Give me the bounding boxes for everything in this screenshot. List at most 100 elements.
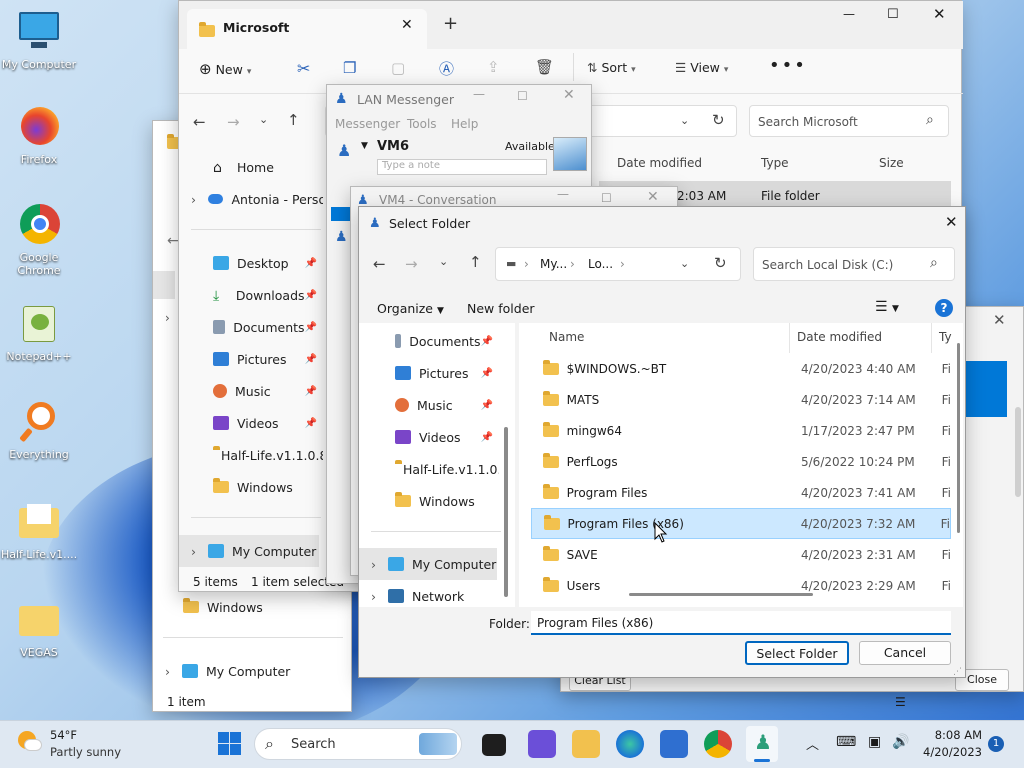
table-row[interactable]: SAVE 4/20/2023 2:31 AM Fi [531, 539, 951, 570]
nav-item-my-computer[interactable]: › My Computer [153, 655, 351, 687]
menu-tools[interactable]: Tools [407, 117, 437, 131]
file-explorer-icon[interactable] [572, 730, 600, 758]
address-bar[interactable]: ▬ › My... › Lo... › ⌄ ↻ [495, 247, 741, 281]
column-type[interactable]: Ty [939, 330, 952, 344]
nav-item-desktop[interactable]: Desktop 📌 [179, 247, 323, 279]
sort-button[interactable]: ⇅ Sort ▾ [587, 60, 636, 75]
back-arrow-icon[interactable]: ← [193, 113, 206, 131]
up-arrow-icon[interactable]: ↑ [469, 253, 482, 271]
chrome-icon[interactable] [704, 730, 732, 758]
close-icon[interactable]: ✕ [993, 311, 1006, 329]
maximize-icon[interactable]: ☐ [517, 89, 528, 103]
desktop-icon-firefox[interactable]: Firefox [0, 105, 78, 166]
paste-icon[interactable]: ▢ [391, 59, 405, 77]
edge-icon[interactable] [616, 730, 644, 758]
chevron-right-icon[interactable]: › [371, 589, 376, 604]
desktop-icon-notepadpp[interactable]: Notepad++ [0, 302, 78, 363]
menu-help[interactable]: Help [451, 117, 478, 131]
tab-microsoft[interactable]: Microsoft ✕ [187, 9, 427, 49]
start-icon[interactable] [218, 732, 242, 756]
organize-button[interactable]: Organize ▼ [377, 301, 444, 316]
clock-time[interactable]: 8:08 AM [920, 728, 982, 742]
chevron-down-icon[interactable]: ⌄ [680, 114, 689, 127]
taskbar-lan-messenger[interactable]: ♟ [746, 726, 778, 762]
breadcrumb-local-disk[interactable]: Lo... [588, 257, 613, 271]
refresh-icon[interactable]: ↻ [714, 254, 727, 272]
weather-temp[interactable]: 54°F [50, 728, 77, 742]
volume-icon[interactable]: 🔊 [892, 734, 909, 750]
table-row[interactable]: Program Files 4/20/2023 7:41 AM Fi [531, 477, 951, 508]
nav-item-halflife[interactable]: Half-Life.v1.1.0.8 [179, 439, 323, 471]
nav-item-windows[interactable]: Windows [359, 485, 499, 517]
nav-item-videos[interactable]: Videos 📌 [359, 421, 499, 453]
copy-icon[interactable]: ❐ [343, 59, 356, 77]
forward-arrow-icon[interactable]: → [405, 255, 418, 273]
weather-icon[interactable] [18, 731, 42, 755]
close-tab-icon[interactable]: ✕ [401, 17, 413, 33]
table-row[interactable]: MATS 4/20/2023 7:14 AM Fi [531, 384, 951, 415]
search-input[interactable]: Search Local Disk (C:) ⌕ [753, 247, 955, 281]
folder-input[interactable]: Program Files (x86) [531, 611, 951, 635]
recent-chevron-icon[interactable]: ⌄ [439, 255, 448, 268]
new-tab-icon[interactable]: + [443, 13, 458, 34]
list-view-icon[interactable]: ☰ [895, 695, 906, 709]
nav-item-windows[interactable]: Windows [179, 471, 323, 503]
nav-item-documents[interactable]: Documents 📌 [179, 311, 323, 343]
clock-date[interactable]: 4/20/2023 [920, 745, 982, 759]
nav-item-videos[interactable]: Videos 📌 [179, 407, 323, 439]
chevron-right-icon[interactable]: › [165, 664, 170, 679]
avatar[interactable] [553, 137, 587, 171]
breadcrumb-my-computer[interactable]: My... [540, 257, 567, 271]
vertical-scrollbar[interactable] [957, 343, 960, 533]
minimize-icon[interactable]: — [473, 87, 485, 101]
chevron-up-icon[interactable]: ︿ [806, 734, 819, 753]
table-row[interactable]: Users 4/20/2023 2:29 AM Fi [531, 570, 951, 601]
desktop-icon-chrome[interactable]: Google Chrome [0, 203, 78, 277]
nav-item-my-computer[interactable]: › My Computer [179, 535, 319, 567]
contact-group-highlight[interactable] [331, 207, 351, 221]
close-icon[interactable]: ✕ [933, 5, 946, 23]
nav-item-network[interactable]: › Network [359, 580, 497, 612]
nav-item-documents[interactable]: Documents 📌 [359, 325, 499, 357]
up-arrow-icon[interactable]: ↑ [287, 111, 300, 129]
resize-grip-icon[interactable]: ⋰ [953, 667, 962, 677]
taskbar-search[interactable]: ⌕ Search [254, 728, 462, 760]
nav-item-downloads[interactable]: ⤓ Downloads 📌 [179, 279, 323, 311]
nav-item-halflife[interactable]: Half-Life.v1.1.0.8 [359, 453, 499, 485]
select-folder-button[interactable]: Select Folder [745, 641, 849, 665]
view-options-icon[interactable]: ☰ ▼ [875, 299, 899, 315]
nav-item-music[interactable]: Music 📌 [359, 389, 499, 421]
nav-item-pictures[interactable]: Pictures 📌 [179, 343, 323, 375]
nav-item-onedrive[interactable]: › Antonia - Perso [179, 183, 323, 215]
more-options-icon[interactable]: ••• [769, 55, 807, 76]
teams-chat-icon[interactable] [528, 730, 556, 758]
search-input[interactable]: Search Microsoft ⌕ [749, 105, 949, 137]
nav-item-windows[interactable]: Windows [153, 591, 351, 623]
nav-item-music[interactable]: Music 📌 [179, 375, 323, 407]
table-row[interactable]: $WINDOWS.~BT 4/20/2023 4:40 AM Fi [531, 353, 951, 384]
scrollbar[interactable] [1015, 407, 1021, 497]
cut-icon[interactable]: ✂ [297, 59, 310, 78]
forward-arrow-icon[interactable]: → [227, 113, 240, 131]
cancel-button[interactable]: Cancel [859, 641, 951, 665]
column-name[interactable]: Name [549, 330, 584, 344]
new-button[interactable]: ⊕ New ▾ [199, 60, 251, 78]
chevron-down-icon[interactable]: ▼ [361, 141, 368, 151]
close-icon[interactable]: ✕ [945, 213, 958, 231]
table-row[interactable]: PerfLogs 5/6/2022 10:24 PM Fi [531, 446, 951, 477]
task-view-icon[interactable] [482, 734, 506, 756]
desktop-icon-halflife[interactable]: Half-Life.v1.... [0, 500, 78, 561]
table-row[interactable]: mingw64 1/17/2023 2:47 PM Fi [531, 415, 951, 446]
menu-messenger[interactable]: Messenger [335, 117, 400, 131]
chevron-right-icon[interactable]: › [165, 311, 170, 325]
back-arrow-icon[interactable]: ← [167, 233, 179, 249]
keyboard-icon[interactable]: ⌨ [836, 734, 856, 750]
recent-chevron-icon[interactable]: ⌄ [259, 113, 268, 126]
desktop-icon-my-computer[interactable]: My Computer [0, 10, 78, 71]
notification-badge[interactable]: 1 [988, 736, 1004, 752]
column-size[interactable]: Size [879, 156, 904, 170]
note-input[interactable]: Type a note [377, 159, 547, 175]
close-icon[interactable]: ✕ [563, 87, 575, 103]
desktop-icon-everything[interactable]: Everything [0, 400, 78, 461]
maximize-icon[interactable]: ☐ [887, 7, 899, 22]
